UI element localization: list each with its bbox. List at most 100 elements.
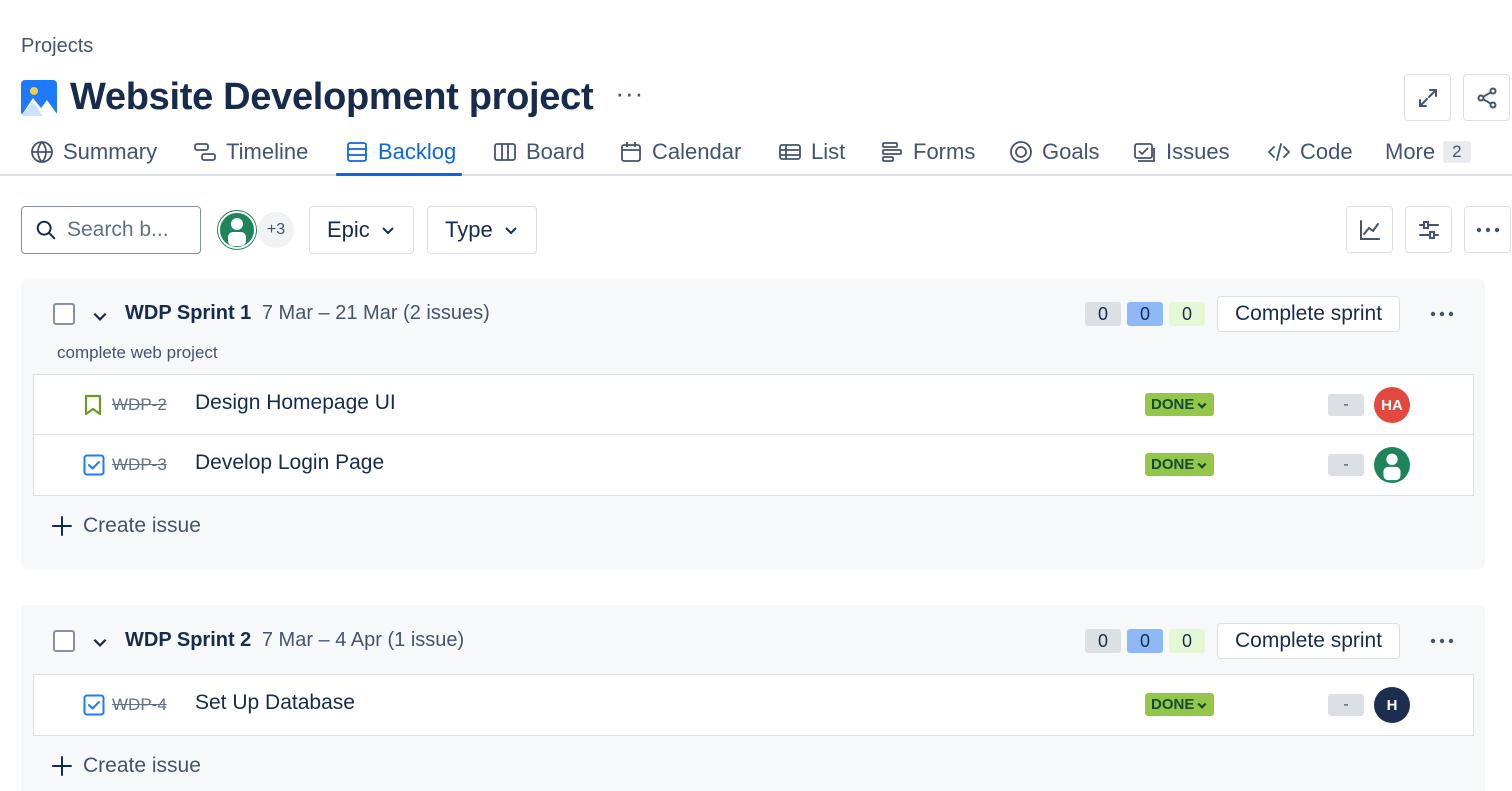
tab-code[interactable]: Code bbox=[1267, 130, 1353, 174]
more-actions-button[interactable] bbox=[1464, 206, 1511, 253]
assignee-filter[interactable]: +3 bbox=[218, 211, 294, 249]
timeline-icon bbox=[194, 143, 216, 161]
tab-backlog[interactable]: Backlog bbox=[335, 130, 463, 176]
share-icon bbox=[1477, 87, 1496, 108]
avatar[interactable] bbox=[1374, 447, 1410, 483]
view-settings-button[interactable] bbox=[1405, 206, 1452, 253]
share-button[interactable] bbox=[1463, 74, 1510, 121]
in-progress-count: 0 bbox=[1127, 302, 1163, 326]
plus-icon bbox=[52, 516, 72, 536]
type-filter-dropdown[interactable]: Type bbox=[427, 206, 537, 254]
project-more-button[interactable]: ··· bbox=[615, 80, 644, 116]
chevron-down-icon[interactable] bbox=[91, 307, 109, 325]
tab-label: Issues bbox=[1166, 139, 1230, 164]
todo-count: 0 bbox=[1085, 302, 1121, 326]
status-dropdown[interactable]: DONE bbox=[1145, 393, 1215, 416]
tab-timeline[interactable]: Timeline bbox=[193, 130, 308, 174]
issue-row[interactable]: WDP-3 Develop Login Page DONE - bbox=[34, 435, 1473, 495]
sprint-header: WDP Sprint 1 7 Mar – 21 Mar (2 issues) 0… bbox=[21, 279, 1485, 349]
calendar-icon bbox=[621, 142, 641, 162]
chevron-down-icon[interactable] bbox=[91, 633, 109, 651]
issue-key[interactable]: WDP-4 bbox=[112, 695, 167, 715]
tab-list[interactable]: List bbox=[778, 130, 845, 174]
settings-sliders-icon bbox=[1418, 220, 1439, 239]
search-input[interactable] bbox=[67, 218, 182, 242]
more-icon[interactable] bbox=[1429, 637, 1455, 645]
issue-key[interactable]: WDP-3 bbox=[112, 455, 167, 475]
status-dropdown[interactable]: DONE bbox=[1145, 453, 1215, 476]
tab-more[interactable]: More 2 bbox=[1385, 130, 1471, 174]
status-dropdown[interactable]: DONE bbox=[1145, 693, 1215, 716]
issue-summary[interactable]: Develop Login Page bbox=[195, 451, 384, 475]
issue-list: WDP-4 Set Up Database DONE - H bbox=[33, 674, 1474, 736]
tab-summary[interactable]: Summary bbox=[30, 130, 157, 174]
complete-sprint-button[interactable]: Complete sprint bbox=[1217, 623, 1401, 659]
more-assignees-badge[interactable]: +3 bbox=[258, 212, 294, 248]
in-progress-count: 0 bbox=[1127, 629, 1163, 653]
chevron-down-icon bbox=[504, 227, 517, 235]
more-icon bbox=[1476, 227, 1499, 232]
tab-issues[interactable]: Issues bbox=[1133, 130, 1230, 174]
sprint-name: WDP Sprint 1 bbox=[125, 302, 252, 324]
type-filter-label: Type bbox=[445, 217, 493, 242]
complete-sprint-button[interactable]: Complete sprint bbox=[1217, 296, 1401, 332]
code-icon bbox=[1267, 143, 1291, 161]
avatar[interactable] bbox=[218, 211, 256, 249]
sprint-checkbox[interactable] bbox=[53, 630, 75, 652]
search-box[interactable] bbox=[21, 206, 201, 254]
epic-filter-label: Epic bbox=[327, 217, 370, 242]
create-issue-label: Create issue bbox=[83, 514, 201, 537]
sprint-status-counts: 0 0 0 bbox=[1085, 629, 1205, 653]
issue-row[interactable]: WDP-2 Design Homepage UI DONE - HA bbox=[34, 375, 1473, 435]
tab-calendar[interactable]: Calendar bbox=[619, 130, 741, 174]
sprint-status-counts: 0 0 0 bbox=[1085, 302, 1205, 326]
story-points-estimate[interactable]: - bbox=[1328, 394, 1364, 416]
insights-button[interactable] bbox=[1346, 206, 1393, 253]
avatar[interactable]: HA bbox=[1374, 387, 1410, 423]
task-icon bbox=[83, 454, 105, 476]
tab-label: Summary bbox=[63, 139, 158, 164]
tab-goals[interactable]: Goals bbox=[1009, 130, 1099, 174]
epic-filter-dropdown[interactable]: Epic bbox=[309, 206, 414, 254]
tab-label: Forms bbox=[913, 139, 976, 164]
list-icon bbox=[779, 144, 801, 160]
tab-label: Code bbox=[1300, 139, 1353, 164]
expand-icon bbox=[1418, 88, 1437, 107]
search-icon bbox=[36, 220, 56, 240]
sprint-dates: 7 Mar – 4 Apr (1 issue) bbox=[261, 629, 465, 651]
issue-key[interactable]: WDP-2 bbox=[112, 395, 167, 415]
sprint-checkbox[interactable] bbox=[53, 303, 75, 325]
chevron-down-icon bbox=[382, 227, 394, 235]
project-header: Website Development project ··· bbox=[21, 76, 644, 119]
done-count: 0 bbox=[1169, 302, 1205, 326]
create-issue-button[interactable]: Create issue bbox=[51, 514, 201, 538]
tab-forms[interactable]: Forms bbox=[880, 130, 975, 174]
tab-label: Board bbox=[526, 139, 585, 164]
story-points-estimate[interactable]: - bbox=[1328, 454, 1364, 476]
issue-summary[interactable]: Set Up Database bbox=[195, 691, 355, 715]
chart-icon bbox=[1359, 219, 1380, 240]
task-icon bbox=[83, 694, 105, 716]
chevron-down-icon bbox=[1197, 402, 1207, 409]
goals-icon bbox=[1010, 141, 1032, 163]
avatar[interactable]: H bbox=[1374, 687, 1410, 723]
breadcrumb[interactable]: Projects bbox=[21, 35, 93, 58]
done-count: 0 bbox=[1169, 629, 1205, 653]
backlog-toolbar: +3 Epic Type bbox=[21, 206, 1511, 254]
project-avatar-icon bbox=[21, 79, 57, 116]
issue-summary[interactable]: Design Homepage UI bbox=[195, 391, 396, 415]
more-count-badge: 2 bbox=[1443, 141, 1471, 163]
story-points-estimate[interactable]: - bbox=[1328, 694, 1364, 716]
tab-board[interactable]: Board bbox=[493, 130, 585, 174]
fullscreen-button[interactable] bbox=[1404, 74, 1451, 121]
create-issue-button[interactable]: Create issue bbox=[51, 754, 201, 778]
tab-label: List bbox=[811, 139, 846, 164]
chevron-down-icon bbox=[1197, 462, 1207, 469]
issue-row[interactable]: WDP-4 Set Up Database DONE - H bbox=[34, 675, 1473, 735]
project-tabs: Summary Timeline Backlog Board Calendar … bbox=[0, 130, 1512, 176]
todo-count: 0 bbox=[1085, 629, 1121, 653]
more-icon[interactable] bbox=[1429, 310, 1455, 318]
story-icon bbox=[84, 394, 102, 416]
sprint-header: WDP Sprint 2 7 Mar – 4 Apr (1 issue) 0 0… bbox=[21, 605, 1485, 675]
tab-label: Goals bbox=[1042, 139, 1100, 164]
